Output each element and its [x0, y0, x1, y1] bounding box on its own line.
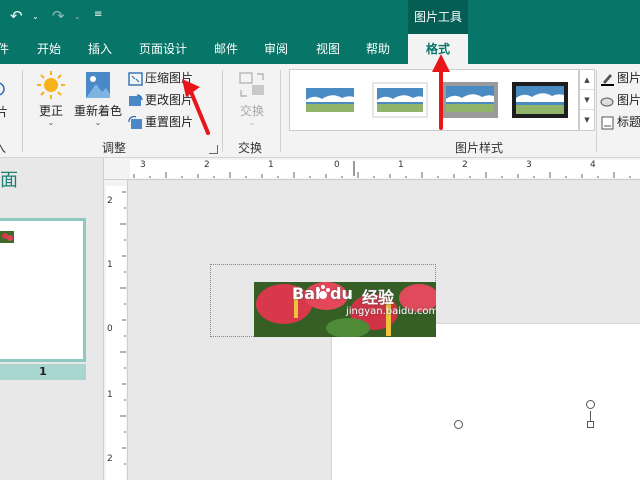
ruler-label: 0 [334, 160, 340, 170]
effects-icon [600, 97, 614, 106]
pane-title: 面 [0, 170, 18, 191]
picture-style-thumbnail[interactable] [372, 82, 428, 118]
picture-recolor-icon [86, 72, 110, 98]
annotation-arrow [182, 79, 210, 135]
picture-border-button[interactable]: 图片 [600, 68, 640, 88]
ruler-label: 3 [526, 160, 532, 170]
ruler-label: 2 [107, 454, 113, 464]
partial-icon[interactable] [0, 82, 8, 102]
watermark-du: du [330, 284, 353, 303]
sun-icon [37, 71, 65, 99]
swap-button[interactable]: 交换 ⌄ [232, 70, 272, 127]
swap-group-label: 交换 [238, 141, 263, 155]
vertical-ruler[interactable]: 2 1 0 1 2 [104, 180, 128, 480]
chevron-down-icon: ⌄ [94, 118, 102, 127]
group-separator [596, 70, 597, 152]
chevron-up-icon[interactable]: ▲ [580, 70, 594, 90]
ruler-ticks [133, 161, 631, 178]
title-bar: ↶ ⌄ ↷ ⌄ ≡ 图片工具 [0, 0, 640, 34]
tab-insert[interactable]: 插入 [82, 34, 118, 64]
redo-button[interactable]: ↷ ⌄ [52, 7, 86, 27]
gallery-scroll-buttons: ▲ ▼ ▼ [579, 69, 595, 131]
resize-handle[interactable] [587, 421, 594, 428]
dialog-launcher-icon[interactable] [209, 145, 218, 154]
corrections-button[interactable]: 更正 ⌄ [34, 70, 68, 127]
swap-label: 交换 [239, 104, 264, 118]
resize-handle[interactable] [454, 420, 463, 429]
picture-style-thumbnail[interactable] [302, 82, 358, 118]
horizontal-ruler[interactable]: 3 2 1 0 1 2 3 4 [104, 158, 640, 180]
reset-picture-icon [128, 115, 142, 129]
tab-mailings[interactable]: 邮件 [208, 34, 244, 64]
compress-pictures-icon [128, 71, 143, 86]
watermark-url: jingyan.baidu.com [346, 306, 436, 317]
recolor-button[interactable]: 重新着色 ⌄ [72, 70, 124, 127]
tab-page-design[interactable]: 页面设计 [132, 34, 194, 64]
swap-icon [239, 72, 264, 97]
picture-styles-group-label: 图片样式 [455, 141, 504, 155]
document-canvas[interactable]: Bai du 经验 jingyan.baidu.com [128, 79, 640, 480]
recolor-label: 重新着色 [73, 104, 122, 118]
chevron-down-icon[interactable]: ▼ [580, 90, 594, 110]
partial-button-label[interactable]: 片 [0, 102, 8, 122]
tab-file[interactable]: 件 [0, 34, 12, 64]
chevron-down-icon: ⌄ [248, 118, 256, 127]
tab-home[interactable]: 开始 [30, 34, 68, 64]
chevron-down-icon[interactable]: ⌄ [32, 12, 39, 21]
ribbon-tabs: 件 开始 插入 页面设计 邮件 审阅 视图 帮助 格式 [0, 34, 640, 64]
tab-review[interactable]: 审阅 [258, 34, 294, 64]
tab-help[interactable]: 帮助 [360, 34, 396, 64]
ruler-label: 1 [398, 160, 404, 170]
rotate-handle[interactable] [586, 400, 595, 409]
ruler-label: 1 [107, 260, 113, 270]
paw-logo-icon [316, 285, 330, 299]
gallery-more-icon[interactable]: ▼ [580, 110, 594, 130]
group-separator [222, 70, 223, 152]
group-separator [22, 70, 23, 152]
chevron-down-icon[interactable]: ⌄ [74, 12, 81, 21]
page-thumbnail[interactable] [0, 218, 86, 362]
group-separator [280, 70, 281, 152]
picture-style-thumbnail[interactable] [512, 82, 568, 118]
selected-picture[interactable]: Bai du 经验 jingyan.baidu.com [254, 282, 436, 337]
adjust-group-label: 调整 [102, 141, 127, 155]
page-number-label: 1 [0, 364, 86, 380]
caption-button[interactable]: 标题 [600, 112, 640, 132]
ruler-label: 2 [462, 160, 468, 170]
picture-effects-button[interactable]: 图片 [600, 90, 640, 110]
contextual-tab-group-title: 图片工具 [408, 0, 468, 34]
corrections-label: 更正 [38, 104, 63, 118]
undo-icon: ↶ [10, 7, 23, 25]
change-picture-icon [129, 93, 143, 106]
pen-icon [601, 73, 614, 86]
ruler-label: 1 [107, 390, 113, 400]
ruler-label: 4 [590, 160, 596, 170]
redo-icon: ↷ [52, 7, 65, 25]
tab-view[interactable]: 视图 [310, 34, 346, 64]
chevron-down-icon: ⌄ [47, 118, 55, 127]
page-thumbnail-pane: 面 1 [0, 158, 104, 480]
ruler-label: 1 [268, 160, 274, 170]
caption-label: 标题 [617, 115, 640, 129]
partial-group-label: 入 [0, 141, 7, 155]
ruler-label: 0 [107, 324, 113, 334]
picture-effects-label: 图片 [617, 93, 640, 107]
watermark-jingyan: 经验 [362, 288, 395, 307]
thumbnail-picture [0, 231, 14, 243]
ruler-label: 3 [140, 160, 146, 170]
customize-qat-icon[interactable]: ≡ [94, 9, 102, 20]
undo-button[interactable]: ↶ ⌄ [10, 7, 44, 27]
picture-border-label: 图片 [617, 71, 640, 85]
ruler-label: 2 [107, 196, 113, 206]
annotation-arrow [432, 54, 450, 130]
caption-icon [601, 116, 614, 129]
ribbon: 片 入 更正 ⌄ 重新着色 ⌄ 压缩图片 更改图片 重置图片 调整 交换 ⌄ 交… [0, 64, 640, 158]
ruler-label: 2 [204, 160, 210, 170]
